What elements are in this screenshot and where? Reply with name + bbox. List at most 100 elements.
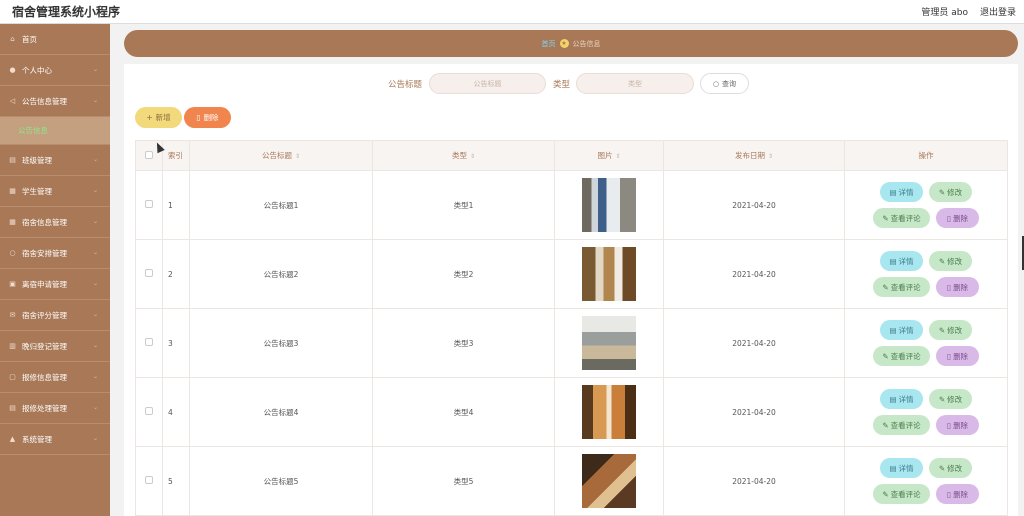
sidebar-item[interactable]: ▤ 报修处理管理 ⌄ [0, 393, 110, 424]
sidebar-item[interactable]: ○ 宿舍安排管理 ⌄ [0, 238, 110, 269]
detail-button[interactable]: ▤ 详情 [880, 458, 923, 478]
sidebar-subitem-active[interactable]: 公告信息 [0, 117, 110, 145]
logout-link[interactable]: 退出登录 [980, 5, 1016, 18]
edit-button[interactable]: ✎ 修改 [929, 389, 972, 409]
dorm-photo[interactable] [582, 178, 636, 232]
sidebar-item-label: 报修信息管理 [22, 372, 67, 382]
table-row: 4 公告标题4 类型4 2021-04-20 ▤ 详情 ✎ 修改 ✎ 查看评论 ▯ 删除 [135, 377, 1008, 447]
dorm-photo[interactable] [582, 454, 636, 508]
row-checkbox[interactable] [135, 170, 163, 240]
batch-delete-button[interactable]: ▯ 删除 [184, 107, 231, 128]
row-index: 1 [162, 170, 190, 240]
row-date: 2021-04-20 [663, 308, 845, 378]
app-title: 宿舍管理系统小程序 [12, 5, 121, 19]
sidebar-item-label: 宿舍安排管理 [22, 248, 67, 258]
row-actions: ▤ 详情 ✎ 修改 ✎ 查看评论 ▯ 删除 [844, 308, 1008, 378]
add-label: 新增 [155, 113, 171, 122]
header-type[interactable]: 类型 ⇕ [372, 140, 555, 171]
notice-table: 索引 公告标题 ⇕ 类型 ⇕ 图片 ⇕ 发布日期 ⇕ 操作 1 公告标题1 类型1 2021-… [135, 140, 1008, 516]
header-image[interactable]: 图片 ⇕ [554, 140, 664, 171]
trash-icon: ▯ [946, 489, 952, 499]
delete-row-button[interactable]: ▯ 删除 [936, 415, 979, 435]
sort-icon: ⇕ [294, 153, 301, 160]
sidebar-item[interactable]: ▣ 离宿申请管理 ⌄ [0, 269, 110, 300]
row-checkbox[interactable] [135, 308, 163, 378]
add-button[interactable]: + 新增 [135, 107, 182, 128]
top-bar: 宿舍管理系统小程序 管理员 abo 退出登录 [0, 0, 1024, 24]
table-row: 3 公告标题3 类型3 2021-04-20 ▤ 详情 ✎ 修改 ✎ 查看评论 ▯ 删除 [135, 308, 1008, 378]
row-image-cell [554, 308, 664, 378]
sidebar-item[interactable]: ▢ 报修信息管理 ⌄ [0, 362, 110, 393]
breadcrumb-home[interactable]: 首页 [542, 39, 556, 49]
edit-button[interactable]: ✎ 修改 [929, 251, 972, 271]
chevron-down-icon: ⌄ [92, 218, 98, 225]
table-header-row: 索引 公告标题 ⇕ 类型 ⇕ 图片 ⇕ 发布日期 ⇕ 操作 [135, 140, 1008, 171]
view-comments-button[interactable]: ✎ 查看评论 [873, 484, 930, 504]
row-checkbox[interactable] [135, 446, 163, 516]
row-checkbox[interactable] [135, 377, 163, 447]
view-comments-button[interactable]: ✎ 查看评论 [873, 208, 930, 228]
edit-button[interactable]: ✎ 修改 [929, 458, 972, 478]
row-type: 类型1 [372, 170, 555, 240]
query-label: 查询 [722, 79, 737, 88]
header-title[interactable]: 公告标题 ⇕ [189, 140, 373, 171]
detail-button[interactable]: ▤ 详情 [880, 182, 923, 202]
pencil-icon: ✎ [938, 325, 946, 335]
sidebar-item[interactable]: ◁ 公告信息管理 ⌄ [0, 86, 110, 117]
view-comments-button[interactable]: ✎ 查看评论 [873, 277, 930, 297]
detail-button[interactable]: ▤ 详情 [880, 320, 923, 340]
pencil-icon: ✎ [882, 351, 889, 361]
dorm-photo[interactable] [582, 247, 636, 301]
title-search-input[interactable]: 公告标题 [429, 73, 546, 94]
pencil-icon: ✎ [938, 256, 946, 266]
mail-icon: ✉ [9, 311, 16, 319]
chevron-down-icon: ⌄ [92, 342, 98, 349]
home-icon: ⌂ [10, 35, 15, 43]
sidebar-item-label: 班级管理 [22, 155, 52, 165]
detail-button[interactable]: ▤ 详情 [880, 251, 923, 271]
dorm-photo[interactable] [582, 316, 636, 370]
row-title: 公告标题3 [189, 308, 373, 378]
title-search-label: 公告标题 [388, 80, 423, 90]
delete-row-button[interactable]: ▯ 删除 [936, 277, 979, 297]
row-image-cell [554, 377, 664, 447]
delete-row-button[interactable]: ▯ 删除 [936, 208, 979, 228]
delete-row-button[interactable]: ▯ 删除 [936, 484, 979, 504]
pencil-icon: ✎ [882, 420, 889, 430]
header-date[interactable]: 发布日期 ⇕ [663, 140, 845, 171]
sort-icon: ⇕ [469, 153, 476, 160]
delete-row-button[interactable]: ▯ 删除 [936, 346, 979, 366]
sidebar-item-label: 离宿申请管理 [22, 279, 67, 289]
row-actions: ▤ 详情 ✎ 修改 ✎ 查看评论 ▯ 删除 [844, 446, 1008, 516]
document-icon: ▤ [889, 256, 897, 266]
edit-button[interactable]: ✎ 修改 [929, 182, 972, 202]
row-checkbox[interactable] [135, 239, 163, 309]
row-index: 3 [162, 308, 190, 378]
edit-button[interactable]: ✎ 修改 [929, 320, 972, 340]
form-icon: ▣ [9, 280, 16, 288]
sidebar-item[interactable]: ⌂ 首页 [0, 24, 110, 55]
type-search-input[interactable]: 类型 [576, 73, 694, 94]
detail-button[interactable]: ▤ 详情 [880, 389, 923, 409]
row-index: 5 [162, 446, 190, 516]
sidebar-item[interactable]: ▤ 班级管理 ⌄ [0, 145, 110, 176]
trash-icon: ▯ [946, 213, 952, 223]
sidebar-item[interactable]: ▦ 宿舍信息管理 ⌄ [0, 207, 110, 238]
sidebar-item[interactable]: ✉ 宿舍评分管理 ⌄ [0, 300, 110, 331]
view-comments-button[interactable]: ✎ 查看评论 [873, 415, 930, 435]
star-icon: ★ [559, 39, 569, 48]
sidebar-item[interactable]: ▲ 系统管理 ⌄ [0, 424, 110, 455]
trash-icon: ▯ [946, 420, 952, 430]
tools-icon: ▤ [9, 404, 16, 412]
query-button[interactable]: ○ 查询 [700, 73, 749, 94]
delete-label: 删除 [203, 113, 219, 122]
sidebar-item[interactable]: ▥ 晚归登记管理 ⌄ [0, 331, 110, 362]
view-comments-button[interactable]: ✎ 查看评论 [873, 346, 930, 366]
dorm-photo[interactable] [582, 385, 636, 439]
sidebar-item[interactable]: ● 个人中心 ⌄ [0, 55, 110, 86]
list-icon: ▤ [9, 156, 16, 164]
trash-icon: ▯ [946, 351, 952, 361]
pencil-icon: ✎ [882, 282, 889, 292]
sidebar-item[interactable]: ▦ 学生管理 ⌄ [0, 176, 110, 207]
chevron-down-icon: ⌄ [92, 156, 98, 163]
